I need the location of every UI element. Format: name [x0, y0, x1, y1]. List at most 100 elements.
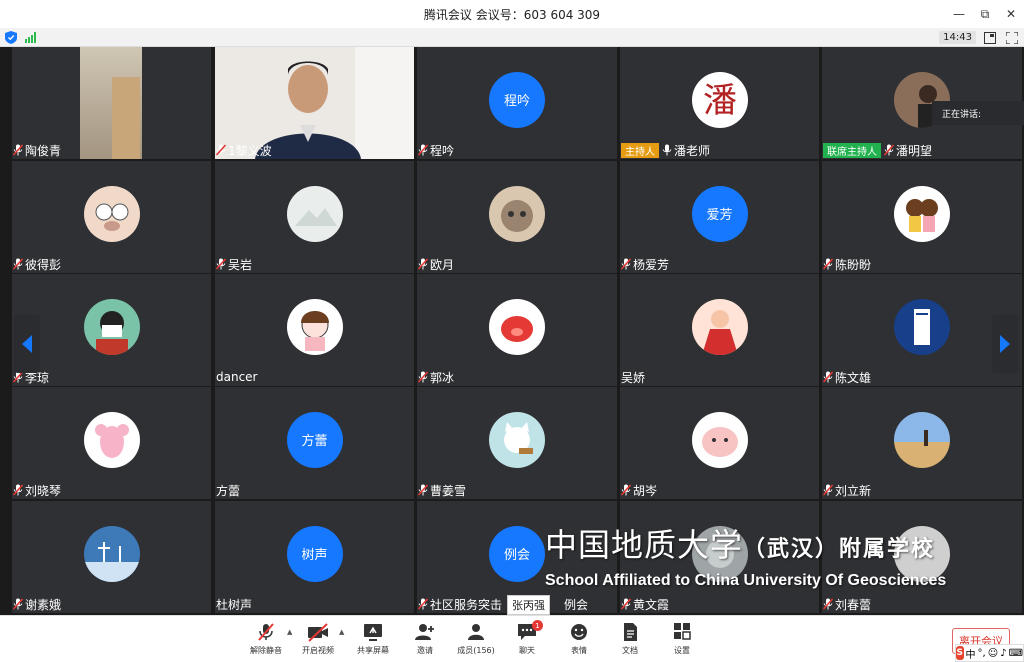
fullscreen-icon[interactable]	[1004, 30, 1020, 46]
participant-namebar: 陶俊青	[12, 141, 61, 159]
participant-name: 吴娇	[621, 370, 646, 385]
participant-namebar: 1黎义波	[215, 141, 272, 159]
participant-tile[interactable]: 谢素娥	[12, 501, 211, 613]
girl-cartoon-avatar-icon	[286, 298, 343, 355]
participant-tile[interactable]: 彼得彭	[12, 161, 211, 273]
participant-tile[interactable]: 吴岩	[215, 161, 414, 273]
participant-tile[interactable]: 潘主持人 潘老师	[620, 47, 819, 159]
video-options-caret-icon[interactable]: ▲	[339, 628, 344, 636]
layout-icon[interactable]	[982, 30, 998, 46]
participant-namebar: 曹姜雪	[417, 481, 466, 499]
host-badge: 主持人	[621, 142, 659, 158]
participant-tile[interactable]: 欧月	[417, 161, 617, 273]
unmute-button[interactable]: 解除静音	[242, 622, 290, 660]
ime-keyboard-icon[interactable]: ⌨	[1009, 648, 1023, 659]
start-video-button[interactable]: 开启视频	[294, 622, 342, 660]
start-video-label: 开启视频	[302, 646, 334, 655]
participant-namebar: 刘春蕾	[822, 595, 871, 613]
pink-blob-avatar-icon	[691, 411, 748, 468]
participant-name: 杨爱芳	[633, 257, 670, 272]
docs-button[interactable]: 文档	[606, 622, 654, 660]
ime-mode[interactable]: 中	[966, 646, 976, 661]
video-object	[112, 77, 140, 159]
participant-tile[interactable]: dancer	[215, 274, 414, 386]
mic-muted-icon	[418, 598, 428, 610]
restore-icon[interactable]: ⧉	[972, 0, 998, 28]
participant-tile[interactable]: 吴娇	[620, 274, 819, 386]
status-bar: 14:43	[0, 28, 1024, 47]
participant-name: 陈盼盼	[835, 257, 872, 272]
mic-muted-icon	[418, 484, 428, 496]
participant-namebar: 联席主持人 潘明望	[822, 141, 932, 159]
winter-tree-avatar-icon	[83, 525, 140, 582]
share-screen-label: 共享屏幕	[357, 646, 389, 655]
avatar-initials: 例会	[489, 525, 545, 582]
members-label: 成员(156)	[457, 646, 495, 655]
ime-mic-icon[interactable]: ♪	[1000, 648, 1006, 659]
participant-tile[interactable]: 程吟 程吟	[417, 47, 617, 159]
document-icon	[624, 623, 637, 641]
speaking-indicator: 正在讲话:	[932, 101, 1024, 125]
add-person-icon	[415, 624, 434, 640]
participant-tile[interactable]: 刘立新	[822, 387, 1022, 499]
emoji-button[interactable]: 表情	[555, 622, 603, 660]
grid-settings-icon	[674, 623, 691, 640]
mic-muted-icon	[621, 598, 631, 610]
prev-page-button[interactable]	[14, 315, 40, 373]
avatar-initials: 树声	[286, 525, 343, 582]
members-button[interactable]: 成员(156)	[452, 622, 500, 660]
ime-punct-icon[interactable]: °,	[978, 648, 986, 659]
signal-icon[interactable]	[25, 31, 36, 43]
participant-tile[interactable]: 胡岑	[620, 387, 819, 499]
participant-tile[interactable]: 树声杜树声	[215, 501, 414, 613]
participant-tile[interactable]: 陈盼盼	[822, 161, 1022, 273]
participant-namebar: 吴岩	[215, 255, 252, 273]
desert-avatar-icon	[894, 411, 950, 468]
avatar-initials: 爱芳	[691, 185, 748, 242]
ime-emoji-icon[interactable]: ☺	[988, 648, 998, 659]
participant-name: 潘老师	[674, 143, 711, 158]
invite-button[interactable]: 邀请	[401, 622, 449, 660]
next-page-button[interactable]	[992, 315, 1018, 373]
camera-off-icon	[308, 623, 328, 642]
mic-muted-icon	[884, 144, 894, 156]
mic-muted-icon	[13, 258, 23, 270]
participant-tile[interactable]: 李琼	[12, 274, 211, 386]
participant-name: dancer	[216, 370, 258, 384]
settings-label: 设置	[674, 646, 690, 655]
participant-namebar: 杜树声	[215, 595, 252, 613]
participant-name: 杜树声	[216, 597, 253, 612]
participant-tile[interactable]: 陶俊青	[12, 47, 211, 159]
mountain-avatar-icon	[286, 185, 343, 242]
ime-toolbar[interactable]: S 中 °, ☺ ♪ ⌨	[955, 644, 1024, 662]
participant-namebar: 吴娇	[620, 368, 645, 386]
audio-options-caret-icon[interactable]: ▲	[287, 628, 292, 636]
emoji-label: 表情	[571, 646, 587, 655]
participant-namebar: 主持人 潘老师	[620, 141, 710, 159]
mic-muted-icon	[13, 484, 23, 496]
participant-namebar: 社区服务突击 例会	[417, 595, 588, 613]
participant-name: 曹姜雪	[430, 483, 467, 498]
participant-namebar: 郭冰	[417, 368, 454, 386]
shield-icon[interactable]	[5, 30, 17, 44]
participant-name: 彼得彭	[25, 257, 62, 272]
pig-glasses-avatar-icon	[83, 185, 140, 242]
participant-tile[interactable]: 郭冰	[417, 274, 617, 386]
participant-namebar: 刘立新	[822, 481, 871, 499]
participant-namebar: 胡岑	[620, 481, 657, 499]
participant-namebar: 刘晓琴	[12, 481, 61, 499]
share-screen-button[interactable]: 共享屏幕	[349, 622, 397, 660]
participant-name: 社区服务突击	[430, 597, 503, 612]
chat-button[interactable]: 1 聊天	[503, 620, 551, 660]
participant-tile[interactable]: 爱芳杨爱芳	[620, 161, 819, 273]
minimize-icon[interactable]: —	[946, 0, 972, 28]
participant-name-tail: 例会	[564, 597, 589, 612]
mic-muted-icon	[13, 144, 23, 156]
cohost-badge: 联席主持人	[823, 142, 881, 158]
participant-tile[interactable]: 刘晓琴	[12, 387, 211, 499]
participant-tile[interactable]: 方蕾 方蕾	[215, 387, 414, 499]
settings-button[interactable]: 设置	[658, 622, 706, 660]
close-icon[interactable]: ✕	[998, 0, 1024, 28]
participant-tile[interactable]: 曹姜雪	[417, 387, 617, 499]
participant-tile[interactable]: 1黎义波	[215, 47, 414, 159]
